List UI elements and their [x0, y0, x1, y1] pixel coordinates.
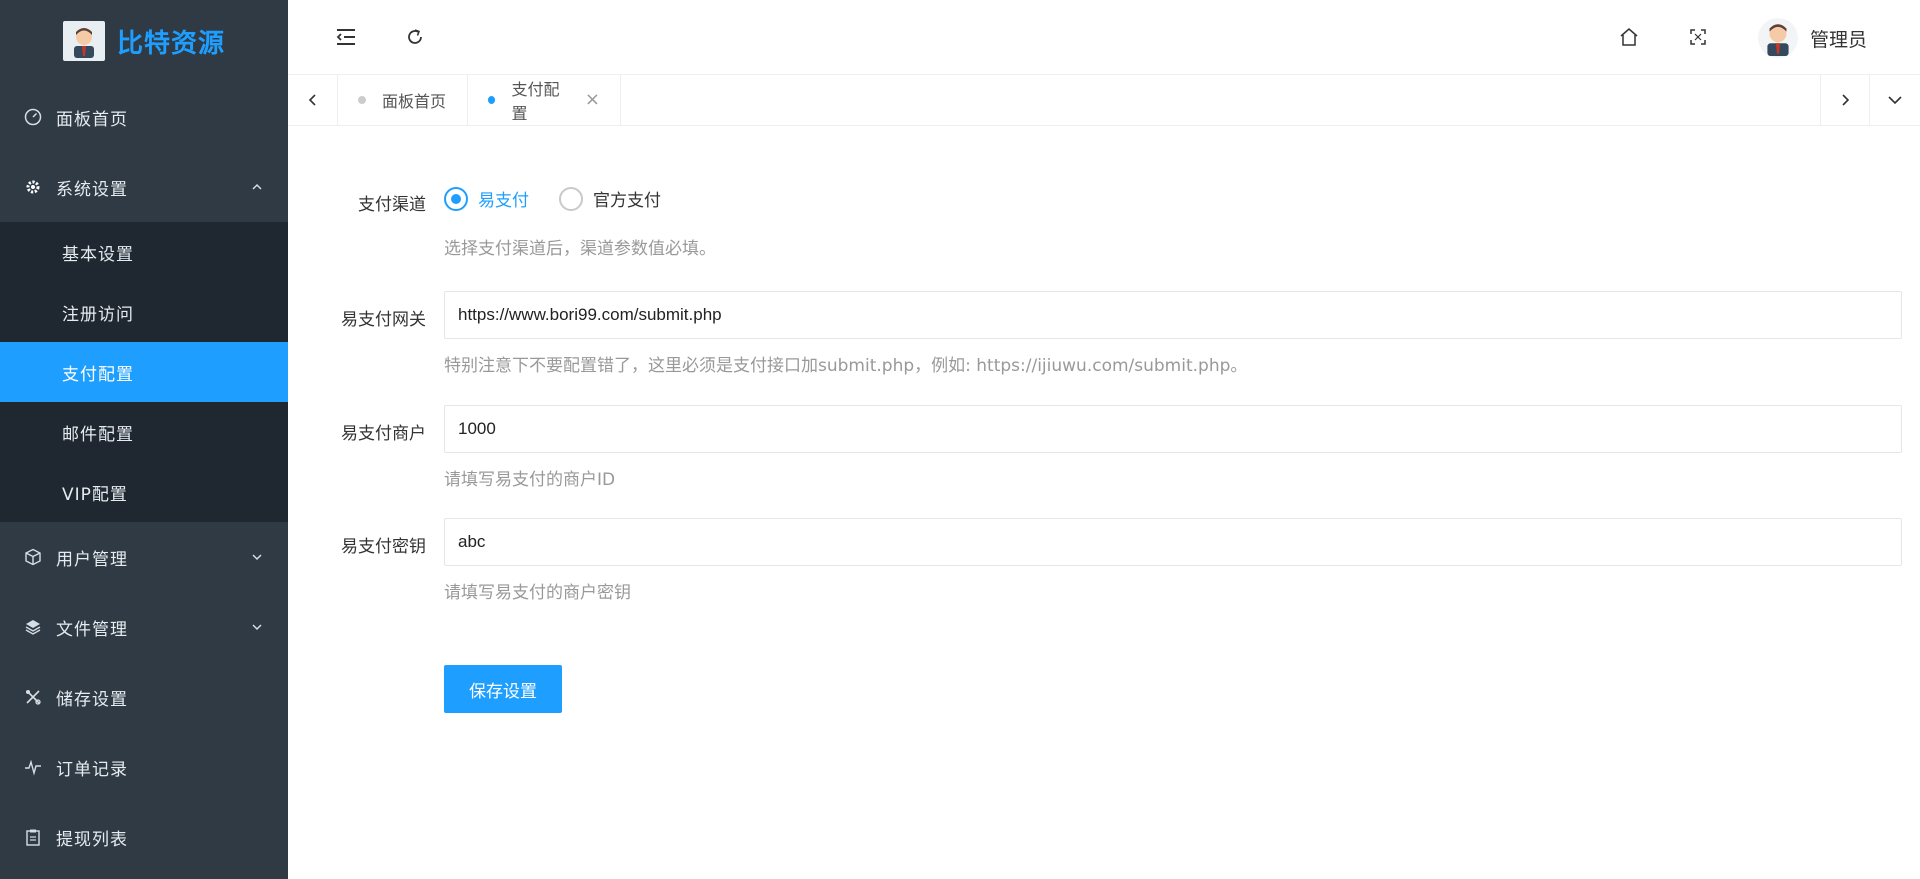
- brand-logo[interactable]: 比特资源: [0, 0, 288, 82]
- sidebar-item-label: 提现列表: [56, 829, 128, 850]
- sidebar-item-label: 文件管理: [56, 619, 128, 640]
- close-icon[interactable]: ×: [585, 91, 600, 109]
- channel-help: 选择支付渠道后，渠道参数值必填。: [444, 239, 716, 259]
- submenu-system-settings: 基本设置 注册访问 支付配置 邮件配置 VIP配置: [0, 222, 288, 522]
- radio-epay[interactable]: 易支付: [444, 186, 529, 211]
- pulse-icon: [24, 758, 42, 776]
- page-tabs: 面板首页 支付配置 ×: [288, 75, 1920, 126]
- merchant-id-input[interactable]: [444, 405, 1902, 453]
- gateway-label: 易支付网关: [341, 310, 426, 330]
- sidebar-item-label: 订单记录: [56, 759, 128, 780]
- logo-avatar-icon: [62, 21, 105, 61]
- fullscreen-icon[interactable]: [1687, 26, 1709, 48]
- sidebar-item-files[interactable]: 文件管理: [0, 592, 288, 662]
- sidebar-item-storage[interactable]: 储存设置: [0, 662, 288, 732]
- tab-dashboard[interactable]: 面板首页: [338, 75, 468, 125]
- sidebar-subitem-email[interactable]: 邮件配置: [0, 402, 288, 462]
- chevron-down-icon: [250, 549, 264, 569]
- chevron-right-icon: [1842, 94, 1850, 106]
- payment-config-form: 支付渠道 易支付 官方支付 选择支付渠道后，渠道参数值必填。 易支付网关 特别注…: [288, 126, 1920, 879]
- secret-help: 请填写易支付的商户密钥: [444, 583, 631, 603]
- sidebar-item-label: 储存设置: [56, 689, 128, 710]
- sidebar-item-system-settings[interactable]: 系统设置: [0, 152, 288, 222]
- tab-label: 面板首页: [382, 92, 447, 111]
- refresh-icon[interactable]: [404, 26, 426, 48]
- radio-label: 易支付: [478, 191, 529, 211]
- collapse-menu-icon[interactable]: [335, 26, 357, 48]
- user-name: 管理员: [1810, 28, 1868, 51]
- sidebar-item-label: 用户管理: [56, 549, 128, 570]
- tab-dot-icon: [488, 96, 496, 104]
- secret-key-input[interactable]: [444, 518, 1902, 566]
- sidebar: 比特资源 面板首页 系统设置 基本设置 注册访问 支付配置 邮件配置 VIP配置…: [0, 0, 288, 879]
- sidebar-item-users[interactable]: 用户管理: [0, 522, 288, 592]
- chevron-left-icon: [308, 94, 316, 106]
- sidebar-item-withdrawals[interactable]: 提现列表: [0, 802, 288, 872]
- secret-label: 易支付密钥: [341, 537, 426, 557]
- gateway-input[interactable]: [444, 291, 1902, 339]
- radio-unchecked-icon: [559, 186, 583, 211]
- chevron-down-icon: [1888, 96, 1902, 105]
- user-menu[interactable]: 管理员: [1758, 18, 1867, 58]
- sidebar-subitem-basic[interactable]: 基本设置: [0, 222, 288, 282]
- tab-label: 支付配置: [511, 80, 560, 123]
- sidebar-item-label: 系统设置: [56, 179, 128, 200]
- radio-label: 官方支付: [593, 191, 661, 211]
- tools-icon: [24, 688, 42, 706]
- cube-icon: [24, 548, 42, 566]
- tab-dot-icon: [358, 96, 366, 104]
- gear-icon: [24, 178, 42, 196]
- radio-checked-icon: [444, 186, 468, 211]
- tabs-scroll-right-button[interactable]: [1820, 75, 1870, 125]
- sidebar-item-label: 面板首页: [56, 109, 128, 130]
- brand-name: 比特资源: [116, 28, 225, 59]
- gauge-icon: [24, 108, 42, 126]
- sidebar-item-dashboard[interactable]: 面板首页: [0, 82, 288, 152]
- tabs-scroll-left-button[interactable]: [288, 75, 338, 125]
- gateway-help: 特别注意下不要配置错了，这里必须是支付接口加submit.php，例如: htt…: [444, 356, 1248, 376]
- save-button[interactable]: 保存设置: [444, 665, 562, 713]
- merchant-label: 易支付商户: [341, 424, 426, 444]
- clipboard-icon: [24, 828, 42, 846]
- merchant-help: 请填写易支付的商户ID: [444, 470, 616, 490]
- sidebar-item-orders[interactable]: 订单记录: [0, 732, 288, 802]
- chevron-up-icon: [250, 179, 264, 199]
- channel-radio-group: 易支付 官方支付: [444, 186, 691, 211]
- sidebar-subitem-payment[interactable]: 支付配置: [0, 342, 288, 402]
- channel-label: 支付渠道: [358, 195, 426, 215]
- radio-official[interactable]: 官方支付: [559, 186, 661, 211]
- tab-payment-config[interactable]: 支付配置 ×: [468, 75, 621, 125]
- home-icon[interactable]: [1618, 26, 1640, 48]
- avatar: [1758, 18, 1798, 58]
- sidebar-subitem-vip[interactable]: VIP配置: [0, 462, 288, 522]
- sidebar-subitem-register[interactable]: 注册访问: [0, 282, 288, 342]
- tabs-menu-button[interactable]: [1870, 75, 1920, 125]
- chevron-down-icon: [250, 619, 264, 639]
- layers-icon: [24, 618, 42, 636]
- top-header: 管理员: [288, 0, 1920, 75]
